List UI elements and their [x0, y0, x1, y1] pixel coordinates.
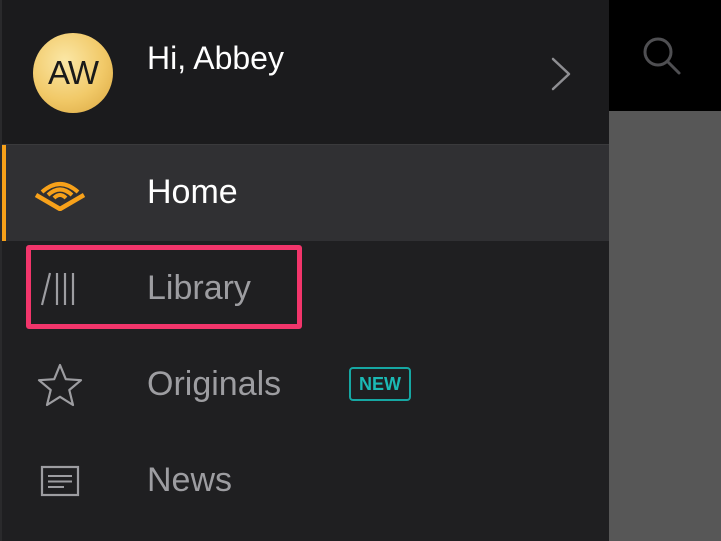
nav-label-news: News — [147, 461, 233, 499]
app-content-overlay[interactable] — [609, 111, 721, 541]
nav-item-library[interactable]: Library — [2, 241, 609, 337]
news-icon — [32, 457, 88, 505]
audible-logo-icon — [32, 169, 88, 217]
navigation-drawer: AW Hi, Abbey Home Library Originals NEW … — [0, 0, 609, 541]
library-icon — [32, 265, 88, 313]
avatar: AW — [33, 33, 113, 113]
nav-label-home: Home — [147, 173, 238, 211]
search-icon — [643, 37, 681, 75]
chevron-right-icon — [551, 57, 571, 91]
nav-item-originals[interactable]: Originals NEW — [2, 337, 609, 433]
nav-item-news[interactable]: News — [2, 433, 609, 529]
nav-label-originals: Originals — [147, 365, 282, 403]
profile-greeting: Hi, Abbey — [147, 40, 284, 76]
nav-label-library: Library — [147, 269, 251, 307]
profile-header[interactable]: AW Hi, Abbey — [2, 0, 609, 145]
avatar-initials: AW — [48, 54, 99, 91]
nav-item-home[interactable]: Home — [2, 145, 609, 241]
star-icon — [32, 361, 88, 409]
new-badge: NEW — [349, 367, 411, 401]
search-button[interactable] — [636, 30, 686, 80]
app-screen: AW Hi, Abbey Home Library Originals NEW … — [0, 0, 721, 541]
